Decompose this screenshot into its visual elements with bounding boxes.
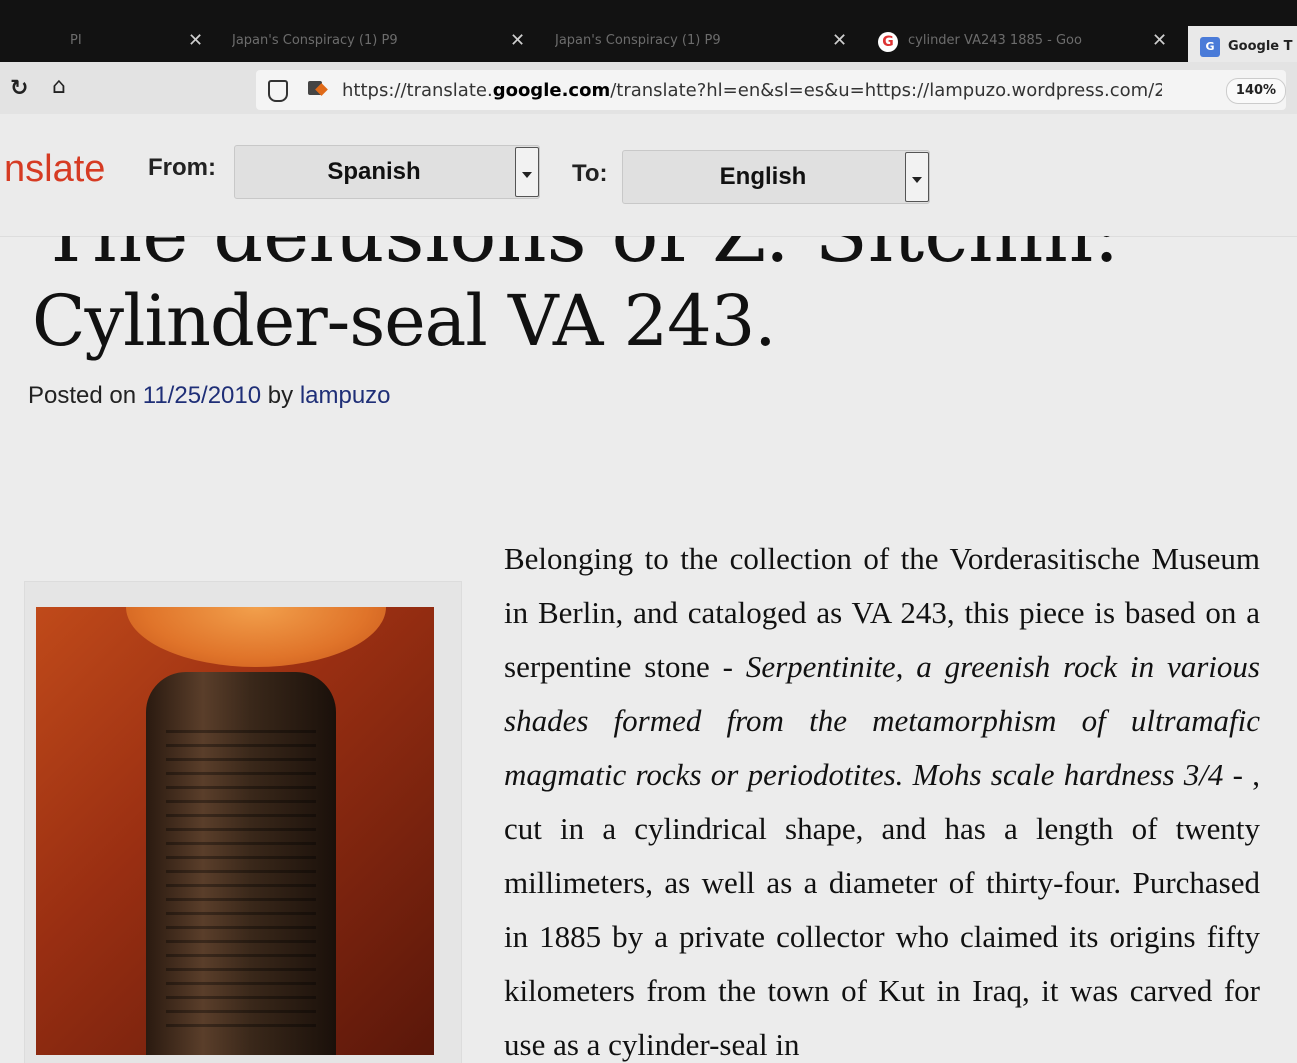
url-text[interactable]: https://translate.google.com/translate?h… (342, 80, 1162, 101)
tab-close-icon[interactable]: ✕ (510, 22, 525, 60)
tab-3[interactable]: Japan's Conspiracy (1) P9 (555, 22, 795, 60)
to-language-select[interactable]: English (622, 150, 930, 204)
tab-4[interactable]: cylinder VA243 1885 - Goo (908, 22, 1123, 60)
posted-on-label: Posted on (28, 382, 137, 409)
tab-close-icon[interactable]: ✕ (1152, 22, 1167, 60)
address-bar[interactable]: https://translate.google.com/translate?h… (256, 70, 1286, 110)
article-paragraph: Belonging to the collection of the Vorde… (504, 532, 1260, 1063)
cylinder-seal-photo[interactable] (36, 607, 434, 1055)
post-date-link[interactable]: 11/25/2010 (143, 382, 261, 409)
url-prefix: https://translate. (342, 80, 493, 101)
from-label: From: (148, 154, 216, 181)
post-meta: Posted on 11/25/2010 by lampuzo (28, 382, 391, 410)
title-cut-off: The delusions of Z. Sitchin: (40, 236, 1120, 280)
from-language-value: Spanish (327, 158, 421, 185)
tab-active-label: Google T (1228, 39, 1293, 54)
home-icon[interactable]: ⌂ (52, 74, 66, 99)
from-language-select[interactable]: Spanish (234, 145, 540, 199)
tab-close-icon[interactable]: ✕ (188, 22, 203, 60)
by-label: by (267, 382, 294, 409)
google-icon: G (878, 32, 898, 52)
to-language-value: English (719, 163, 807, 190)
tab-close-icon[interactable]: ✕ (832, 22, 847, 60)
chevron-down-icon[interactable] (905, 152, 929, 202)
seal-inscription (166, 727, 316, 1027)
url-domain: google.com (492, 80, 611, 101)
page-title: Cylinder-seal VA 243. (32, 280, 776, 362)
tab-strip: PI ✕ Japan's Conspiracy (1) P9 ✕ Japan's… (0, 0, 1297, 70)
lock-icon[interactable] (308, 81, 322, 95)
to-label: To: (572, 160, 608, 187)
google-translate-icon: G (1200, 37, 1220, 57)
tab-1[interactable]: PI (70, 22, 170, 60)
shield-icon[interactable] (268, 80, 288, 102)
browser-toolbar: ↻ ⌂ https://translate.google.com/transla… (0, 62, 1297, 114)
translate-bar: nslate From: Spanish To: English (0, 114, 1297, 237)
tab-2[interactable]: Japan's Conspiracy (1) P9 (232, 22, 472, 60)
author-link[interactable]: lampuzo (300, 382, 391, 409)
url-suffix: /translate?hl=en&sl=es&u=https://lampuzo… (610, 80, 1162, 101)
reload-icon[interactable]: ↻ (10, 76, 28, 101)
page-content: The delusions of Z. Sitchin: Cylinder-se… (0, 236, 1297, 1063)
paragraph-text-end: - , cut in a cylindrical shape, and has … (504, 757, 1260, 1062)
zoom-level-badge[interactable]: 140% (1226, 78, 1286, 104)
finger-shape (126, 607, 386, 667)
translate-brand[interactable]: nslate (4, 148, 105, 191)
chevron-down-icon[interactable] (515, 147, 539, 197)
